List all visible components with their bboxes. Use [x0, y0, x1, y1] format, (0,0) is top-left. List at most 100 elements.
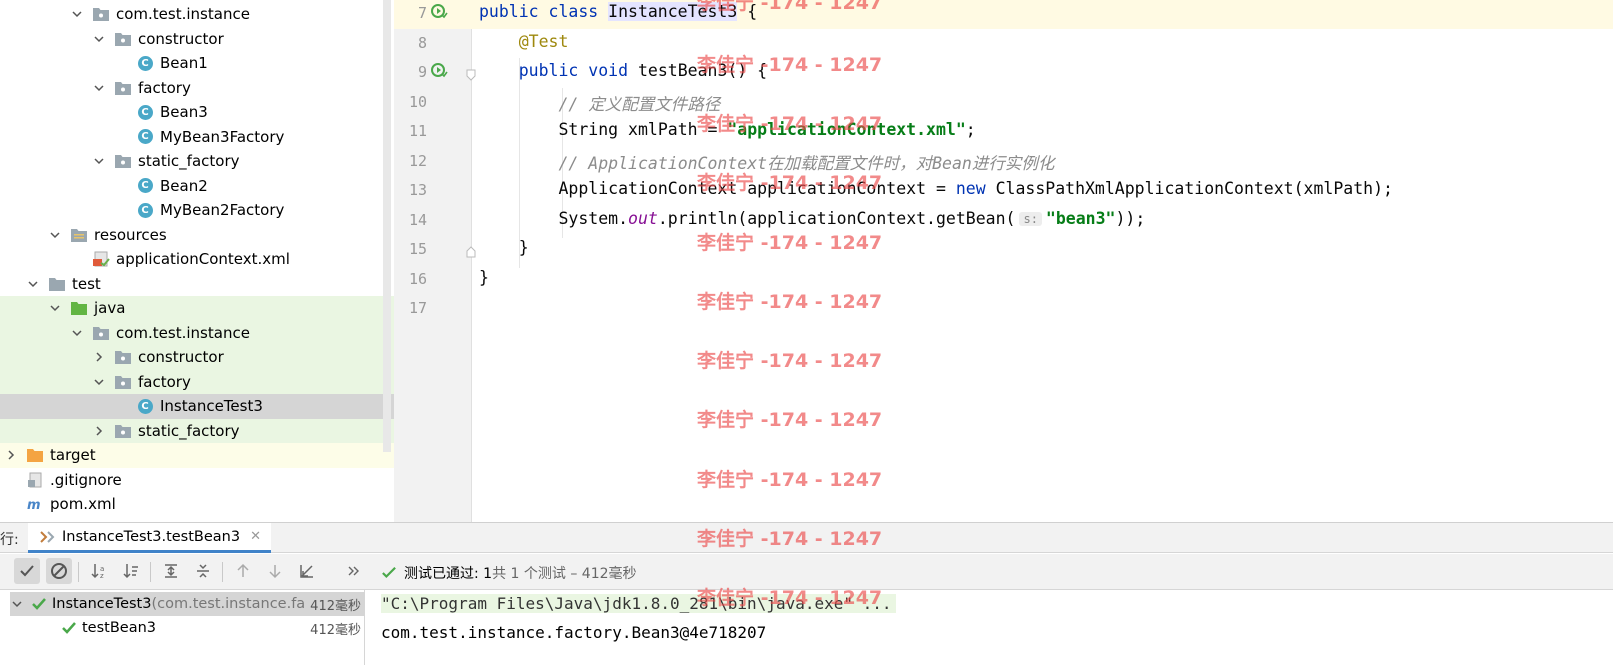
fold-icon[interactable]: [466, 66, 476, 81]
code-line-13[interactable]: 13 ApplicationContext applicationContext…: [394, 176, 1613, 206]
code-text: @Test: [518, 31, 569, 51]
tree-item-mybean2factory-class[interactable]: C MyBean2Factory: [0, 198, 394, 223]
code-line-16[interactable]: 16 }: [394, 265, 1613, 295]
run-tool-window: 行: InstanceTest3.testBean3 ✕ az 测试 已通过: …: [0, 522, 1613, 665]
show-ignored-button[interactable]: [46, 558, 72, 584]
tree-item-applicationcontext-xml[interactable]: applicationContext.xml: [0, 247, 394, 272]
line-number: 9: [417, 63, 427, 81]
chevron-down-icon[interactable]: [70, 7, 84, 21]
run-test-method-icon[interactable]: [430, 61, 448, 79]
chevron-right-icon[interactable]: [92, 350, 106, 364]
code-text: String xmlPath = "applicationContext.xml…: [558, 120, 976, 139]
maven-file-icon: m: [26, 496, 44, 512]
close-icon[interactable]: ✕: [250, 529, 261, 544]
tree-item-constructor-package[interactable]: constructor: [0, 27, 394, 52]
code-line-7[interactable]: 7 public class InstanceTest3 {: [394, 0, 1613, 29]
status-summary: 共 1 个测试 – 412毫秒: [492, 566, 637, 582]
package-icon: [114, 153, 132, 169]
tree-item-label: MyBean2Factory: [160, 201, 285, 220]
tree-item-label: target: [50, 446, 96, 465]
run-config-tab[interactable]: InstanceTest3.testBean3 ✕: [28, 523, 271, 553]
tree-item-resources-folder[interactable]: resources: [0, 223, 394, 248]
tree-item-test-static-factory-package[interactable]: static_factory: [0, 418, 394, 443]
tree-item-label: MyBean3Factory: [160, 127, 285, 146]
code-text: public void testBean3() {: [518, 61, 768, 80]
sort-alphabetically-button[interactable]: az: [86, 558, 112, 584]
test-method-row[interactable]: testBean3 412毫秒: [10, 616, 365, 640]
tree-scrollbar[interactable]: [383, 0, 391, 452]
code-text: public class InstanceTest3 {: [479, 2, 758, 21]
code-line-11[interactable]: 11 String xmlPath = "applicationContext.…: [394, 117, 1613, 147]
tree-item-bean1-class[interactable]: C Bean1: [0, 51, 394, 76]
test-suite-package: (com.test.instance.fa: [151, 596, 306, 612]
line-number: 10: [408, 92, 427, 111]
tree-item-test-package[interactable]: com.test.instance: [0, 320, 394, 345]
tree-item-label: pom.xml: [50, 495, 116, 514]
chevron-down-icon[interactable]: [70, 326, 84, 340]
run-test-class-icon[interactable]: [430, 2, 448, 20]
tree-item-gitignore[interactable]: .gitignore: [0, 468, 394, 493]
svg-text:m: m: [27, 498, 41, 512]
code-line-8[interactable]: 8 @Test: [394, 29, 1613, 59]
package-icon: [114, 80, 132, 96]
tree-item-test-java-folder[interactable]: java: [0, 296, 394, 321]
excluded-folder-icon: [26, 447, 44, 463]
chevron-down-icon[interactable]: [92, 154, 106, 168]
tree-item-factory-package[interactable]: factory: [0, 76, 394, 101]
chevron-down-icon[interactable]: [92, 375, 106, 389]
test-results-tree: InstanceTest3 (com.test.instance.fa 412毫…: [0, 590, 365, 665]
sort-by-duration-button[interactable]: [118, 558, 144, 584]
line-number: 17: [408, 299, 427, 317]
chevron-down-icon[interactable]: [10, 597, 24, 611]
passed-check-icon: [62, 620, 76, 636]
tree-item-main-package[interactable]: com.test.instance: [0, 2, 394, 27]
chevron-down-icon[interactable]: [92, 32, 106, 46]
line-number: 14: [408, 210, 427, 229]
test-runner-toolbar: az 测试 已通过: 1 共 1 个测试 – 412毫秒: [0, 554, 1613, 590]
class-icon: C: [136, 104, 154, 120]
test-duration: 412毫秒: [310, 598, 361, 614]
next-test-button[interactable]: [262, 558, 288, 584]
code-line-10[interactable]: 10 // 定义配置文件路径: [394, 88, 1613, 118]
tree-item-test-constructor-package[interactable]: constructor: [0, 345, 394, 370]
code-line-9[interactable]: 9 public void testBean3() {: [394, 58, 1613, 88]
tree-item-mybean3factory-class[interactable]: C MyBean3Factory: [0, 125, 394, 150]
tree-item-pom-xml[interactable]: m pom.xml: [0, 492, 394, 517]
tree-item-bean3-class[interactable]: C Bean3: [0, 100, 394, 125]
run-tab-bar: 行: InstanceTest3.testBean3 ✕: [0, 523, 1613, 553]
resources-folder-icon: [70, 227, 88, 243]
line-number: 13: [408, 181, 427, 199]
code-line-14[interactable]: 14 System.out.println(applicationContext…: [394, 206, 1613, 236]
show-passed-button[interactable]: [14, 558, 40, 584]
tree-item-test-factory-package[interactable]: factory: [0, 369, 394, 394]
more-actions-icon[interactable]: [340, 558, 366, 584]
import-tests-button[interactable]: [294, 558, 320, 584]
tree-item-test-folder[interactable]: test: [0, 272, 394, 297]
test-suite-row[interactable]: InstanceTest3 (com.test.instance.fa 412毫…: [10, 592, 365, 616]
project-tree-panel: com.test.instance constructor C Bean1 fa…: [0, 0, 394, 522]
code-line-15[interactable]: 15 }: [394, 235, 1613, 265]
svg-text:z: z: [100, 572, 104, 580]
tree-item-target-folder[interactable]: target: [0, 443, 394, 468]
tree-item-static-factory-package[interactable]: static_factory: [0, 149, 394, 174]
code-line-17[interactable]: 17: [394, 294, 1613, 324]
tree-item-label: factory: [138, 372, 191, 391]
tree-item-instancetest3-class[interactable]: C InstanceTest3: [0, 394, 394, 419]
chevron-down-icon[interactable]: [48, 228, 62, 242]
expand-all-button[interactable]: [158, 558, 184, 584]
code-line-12[interactable]: 12 // ApplicationContext在加载配置文件时，对Bean进行…: [394, 147, 1613, 177]
tree-item-bean2-class[interactable]: C Bean2: [0, 174, 394, 199]
code-editor[interactable]: 7 public class InstanceTest3 { 8 @Test 9…: [394, 0, 1613, 522]
chevron-down-icon[interactable]: [26, 277, 40, 291]
fold-end-icon[interactable]: [466, 243, 476, 258]
test-method-name: testBean3: [82, 620, 157, 636]
chevron-down-icon[interactable]: [48, 301, 62, 315]
console-output[interactable]: "C:\Program Files\Java\jdk1.8.0_281\bin\…: [366, 590, 1613, 665]
collapse-all-button[interactable]: [190, 558, 216, 584]
chevron-down-icon[interactable]: [92, 81, 106, 95]
chevron-right-icon[interactable]: [92, 424, 106, 438]
test-source-folder-icon: [70, 300, 88, 316]
chevron-right-icon[interactable]: [4, 448, 18, 462]
tree-item-label: .gitignore: [50, 470, 122, 489]
previous-test-button[interactable]: [230, 558, 256, 584]
